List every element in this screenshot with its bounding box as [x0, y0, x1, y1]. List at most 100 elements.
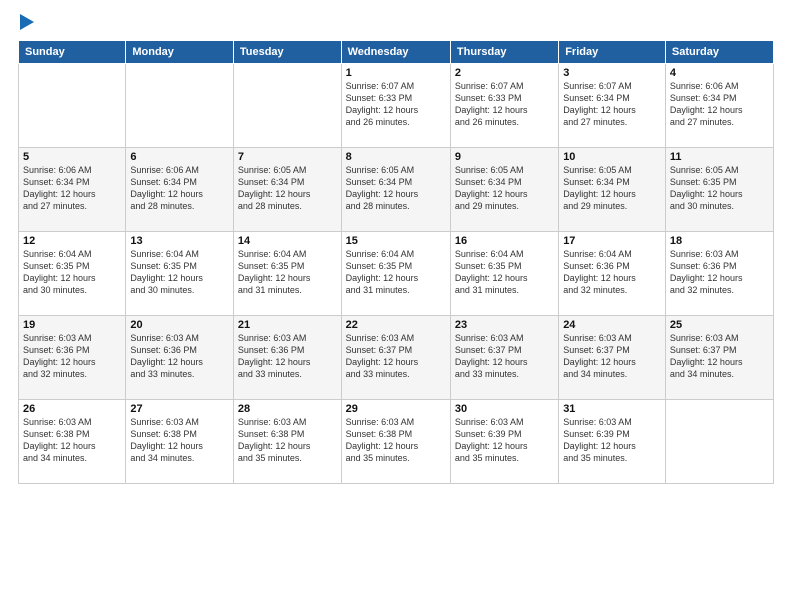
calendar-day-header: Thursday [450, 41, 558, 64]
day-number: 30 [455, 403, 554, 415]
day-info: Sunrise: 6:04 AM Sunset: 6:36 PM Dayligh… [563, 248, 661, 297]
day-number: 2 [455, 67, 554, 79]
day-info: Sunrise: 6:06 AM Sunset: 6:34 PM Dayligh… [670, 80, 769, 129]
calendar-cell: 8Sunrise: 6:05 AM Sunset: 6:34 PM Daylig… [341, 148, 450, 232]
calendar-cell: 14Sunrise: 6:04 AM Sunset: 6:35 PM Dayli… [233, 232, 341, 316]
calendar-cell: 30Sunrise: 6:03 AM Sunset: 6:39 PM Dayli… [450, 400, 558, 484]
day-number: 19 [23, 319, 121, 331]
day-info: Sunrise: 6:03 AM Sunset: 6:37 PM Dayligh… [670, 332, 769, 381]
day-info: Sunrise: 6:04 AM Sunset: 6:35 PM Dayligh… [130, 248, 229, 297]
day-info: Sunrise: 6:06 AM Sunset: 6:34 PM Dayligh… [23, 164, 121, 213]
calendar-cell: 13Sunrise: 6:04 AM Sunset: 6:35 PM Dayli… [126, 232, 234, 316]
day-info: Sunrise: 6:04 AM Sunset: 6:35 PM Dayligh… [455, 248, 554, 297]
day-number: 31 [563, 403, 661, 415]
calendar-cell: 22Sunrise: 6:03 AM Sunset: 6:37 PM Dayli… [341, 316, 450, 400]
calendar-cell: 27Sunrise: 6:03 AM Sunset: 6:38 PM Dayli… [126, 400, 234, 484]
day-info: Sunrise: 6:03 AM Sunset: 6:38 PM Dayligh… [238, 416, 337, 465]
calendar-week-row: 19Sunrise: 6:03 AM Sunset: 6:36 PM Dayli… [19, 316, 774, 400]
calendar-cell: 28Sunrise: 6:03 AM Sunset: 6:38 PM Dayli… [233, 400, 341, 484]
day-number: 24 [563, 319, 661, 331]
calendar-cell: 20Sunrise: 6:03 AM Sunset: 6:36 PM Dayli… [126, 316, 234, 400]
calendar-cell [126, 64, 234, 148]
day-number: 27 [130, 403, 229, 415]
day-number: 16 [455, 235, 554, 247]
day-number: 12 [23, 235, 121, 247]
calendar-cell: 15Sunrise: 6:04 AM Sunset: 6:35 PM Dayli… [341, 232, 450, 316]
calendar-day-header: Tuesday [233, 41, 341, 64]
calendar-cell [19, 64, 126, 148]
day-info: Sunrise: 6:03 AM Sunset: 6:37 PM Dayligh… [346, 332, 446, 381]
day-number: 14 [238, 235, 337, 247]
calendar-cell: 11Sunrise: 6:05 AM Sunset: 6:35 PM Dayli… [665, 148, 773, 232]
calendar-cell: 31Sunrise: 6:03 AM Sunset: 6:39 PM Dayli… [559, 400, 666, 484]
calendar-day-header: Sunday [19, 41, 126, 64]
day-number: 11 [670, 151, 769, 163]
calendar-cell: 2Sunrise: 6:07 AM Sunset: 6:33 PM Daylig… [450, 64, 558, 148]
calendar-cell: 16Sunrise: 6:04 AM Sunset: 6:35 PM Dayli… [450, 232, 558, 316]
day-number: 6 [130, 151, 229, 163]
calendar-day-header: Monday [126, 41, 234, 64]
calendar-week-row: 26Sunrise: 6:03 AM Sunset: 6:38 PM Dayli… [19, 400, 774, 484]
calendar-cell: 21Sunrise: 6:03 AM Sunset: 6:36 PM Dayli… [233, 316, 341, 400]
day-info: Sunrise: 6:05 AM Sunset: 6:34 PM Dayligh… [563, 164, 661, 213]
day-number: 15 [346, 235, 446, 247]
logo-arrow-icon [20, 14, 34, 30]
day-info: Sunrise: 6:03 AM Sunset: 6:38 PM Dayligh… [23, 416, 121, 465]
day-number: 13 [130, 235, 229, 247]
logo [18, 16, 34, 30]
calendar-day-header: Friday [559, 41, 666, 64]
page: SundayMondayTuesdayWednesdayThursdayFrid… [0, 0, 792, 612]
calendar-week-row: 1Sunrise: 6:07 AM Sunset: 6:33 PM Daylig… [19, 64, 774, 148]
day-number: 26 [23, 403, 121, 415]
calendar-week-row: 5Sunrise: 6:06 AM Sunset: 6:34 PM Daylig… [19, 148, 774, 232]
calendar-header-row: SundayMondayTuesdayWednesdayThursdayFrid… [19, 41, 774, 64]
day-info: Sunrise: 6:03 AM Sunset: 6:38 PM Dayligh… [130, 416, 229, 465]
calendar-cell: 26Sunrise: 6:03 AM Sunset: 6:38 PM Dayli… [19, 400, 126, 484]
calendar-cell: 18Sunrise: 6:03 AM Sunset: 6:36 PM Dayli… [665, 232, 773, 316]
calendar-cell: 24Sunrise: 6:03 AM Sunset: 6:37 PM Dayli… [559, 316, 666, 400]
day-info: Sunrise: 6:07 AM Sunset: 6:33 PM Dayligh… [346, 80, 446, 129]
day-number: 22 [346, 319, 446, 331]
calendar-cell: 9Sunrise: 6:05 AM Sunset: 6:34 PM Daylig… [450, 148, 558, 232]
day-number: 29 [346, 403, 446, 415]
calendar-cell: 5Sunrise: 6:06 AM Sunset: 6:34 PM Daylig… [19, 148, 126, 232]
calendar-cell: 10Sunrise: 6:05 AM Sunset: 6:34 PM Dayli… [559, 148, 666, 232]
calendar-cell: 29Sunrise: 6:03 AM Sunset: 6:38 PM Dayli… [341, 400, 450, 484]
day-info: Sunrise: 6:05 AM Sunset: 6:34 PM Dayligh… [346, 164, 446, 213]
calendar-cell [665, 400, 773, 484]
day-info: Sunrise: 6:04 AM Sunset: 6:35 PM Dayligh… [238, 248, 337, 297]
day-number: 9 [455, 151, 554, 163]
calendar-cell [233, 64, 341, 148]
day-info: Sunrise: 6:05 AM Sunset: 6:34 PM Dayligh… [238, 164, 337, 213]
day-number: 8 [346, 151, 446, 163]
day-number: 5 [23, 151, 121, 163]
calendar-cell: 7Sunrise: 6:05 AM Sunset: 6:34 PM Daylig… [233, 148, 341, 232]
day-number: 21 [238, 319, 337, 331]
day-number: 4 [670, 67, 769, 79]
calendar-week-row: 12Sunrise: 6:04 AM Sunset: 6:35 PM Dayli… [19, 232, 774, 316]
day-info: Sunrise: 6:04 AM Sunset: 6:35 PM Dayligh… [23, 248, 121, 297]
day-info: Sunrise: 6:03 AM Sunset: 6:37 PM Dayligh… [455, 332, 554, 381]
calendar-cell: 23Sunrise: 6:03 AM Sunset: 6:37 PM Dayli… [450, 316, 558, 400]
calendar-cell: 6Sunrise: 6:06 AM Sunset: 6:34 PM Daylig… [126, 148, 234, 232]
calendar-cell: 1Sunrise: 6:07 AM Sunset: 6:33 PM Daylig… [341, 64, 450, 148]
day-info: Sunrise: 6:03 AM Sunset: 6:39 PM Dayligh… [563, 416, 661, 465]
day-number: 7 [238, 151, 337, 163]
day-info: Sunrise: 6:03 AM Sunset: 6:39 PM Dayligh… [455, 416, 554, 465]
day-info: Sunrise: 6:05 AM Sunset: 6:34 PM Dayligh… [455, 164, 554, 213]
calendar-cell: 3Sunrise: 6:07 AM Sunset: 6:34 PM Daylig… [559, 64, 666, 148]
calendar-cell: 19Sunrise: 6:03 AM Sunset: 6:36 PM Dayli… [19, 316, 126, 400]
day-number: 23 [455, 319, 554, 331]
day-number: 25 [670, 319, 769, 331]
day-number: 3 [563, 67, 661, 79]
calendar-day-header: Saturday [665, 41, 773, 64]
day-number: 17 [563, 235, 661, 247]
day-number: 20 [130, 319, 229, 331]
day-info: Sunrise: 6:05 AM Sunset: 6:35 PM Dayligh… [670, 164, 769, 213]
day-info: Sunrise: 6:04 AM Sunset: 6:35 PM Dayligh… [346, 248, 446, 297]
day-info: Sunrise: 6:07 AM Sunset: 6:34 PM Dayligh… [563, 80, 661, 129]
calendar-cell: 25Sunrise: 6:03 AM Sunset: 6:37 PM Dayli… [665, 316, 773, 400]
day-info: Sunrise: 6:03 AM Sunset: 6:38 PM Dayligh… [346, 416, 446, 465]
day-number: 28 [238, 403, 337, 415]
calendar-cell: 17Sunrise: 6:04 AM Sunset: 6:36 PM Dayli… [559, 232, 666, 316]
